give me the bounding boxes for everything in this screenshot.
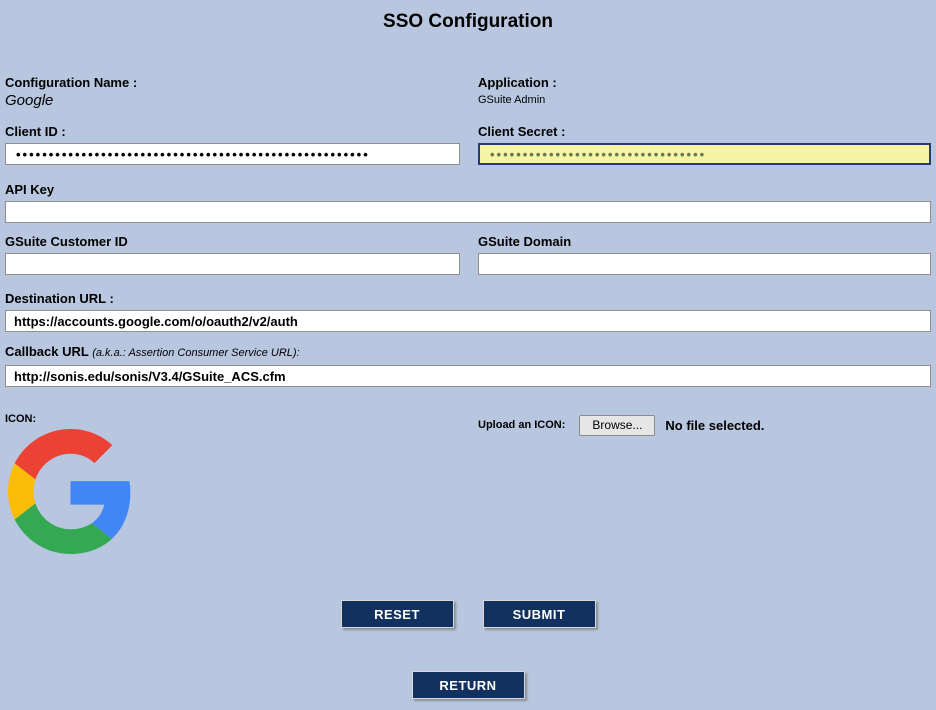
file-status-text: No file selected.	[665, 418, 765, 433]
action-buttons-row: RESET SUBMIT	[0, 600, 936, 628]
callback-url-input[interactable]	[5, 365, 931, 387]
icon-row: ICON: Upload an ICON: Browse... No file …	[5, 413, 931, 554]
gsuite-domain-input[interactable]	[478, 253, 931, 275]
client-id-label: Client ID :	[5, 124, 66, 139]
configuration-name-label: Configuration Name :	[5, 75, 138, 90]
client-credentials-row: Client ID : Client Secret :	[5, 124, 931, 165]
return-button-row: RETURN	[0, 671, 936, 699]
client-secret-group: Client Secret :	[478, 124, 931, 165]
gsuite-customer-id-label: GSuite Customer ID	[5, 234, 128, 249]
upload-line: Upload an ICON: Browse... No file select…	[478, 415, 931, 436]
browse-button[interactable]: Browse...	[579, 415, 656, 436]
application-value: GSuite Admin	[478, 94, 546, 106]
name-application-row: Configuration Name : Google Application …	[5, 75, 931, 110]
application-group: Application : GSuite Admin	[478, 75, 931, 110]
gsuite-domain-group: GSuite Domain	[478, 234, 931, 275]
gsuite-customer-id-group: GSuite Customer ID	[5, 234, 478, 275]
callback-url-row: Callback URL (a.k.a.: Assertion Consumer…	[5, 344, 931, 387]
destination-url-label: Destination URL :	[5, 291, 114, 306]
api-key-input[interactable]	[5, 201, 931, 223]
page-title: SSO Configuration	[383, 11, 553, 32]
client-id-input[interactable]	[5, 143, 460, 165]
destination-url-input[interactable]	[5, 310, 931, 332]
application-label: Application :	[478, 75, 557, 90]
reset-button[interactable]: RESET	[340, 600, 454, 628]
client-secret-input[interactable]	[478, 143, 931, 165]
upload-icon-group: Upload an ICON: Browse... No file select…	[478, 413, 931, 554]
gsuite-customer-id-input[interactable]	[5, 253, 460, 275]
api-key-row: API Key	[5, 182, 931, 223]
client-secret-label: Client Secret :	[478, 124, 566, 139]
callback-url-label-text: Callback URL	[5, 344, 89, 359]
configuration-name-value: Google	[5, 92, 54, 109]
callback-url-group: Callback URL (a.k.a.: Assertion Consumer…	[5, 344, 931, 387]
destination-url-row: Destination URL :	[5, 291, 931, 332]
upload-icon-label: Upload an ICON:	[478, 419, 566, 431]
gsuite-domain-label: GSuite Domain	[478, 234, 572, 249]
callback-url-label: Callback URL (a.k.a.: Assertion Consumer…	[5, 344, 931, 361]
sso-configuration-page: SSO Configuration Configuration Name : G…	[0, 0, 936, 710]
return-button[interactable]: RETURN	[411, 671, 525, 699]
client-id-group: Client ID :	[5, 124, 478, 165]
icon-label: ICON:	[5, 413, 37, 425]
submit-button[interactable]: SUBMIT	[482, 600, 596, 628]
callback-url-label-note: (a.k.a.: Assertion Consumer Service URL)…	[92, 347, 300, 359]
google-logo-icon	[8, 429, 131, 554]
configuration-name-group: Configuration Name : Google	[5, 75, 478, 110]
icon-group: ICON:	[5, 413, 478, 554]
api-key-label: API Key	[5, 182, 55, 197]
api-key-group: API Key	[5, 182, 931, 223]
gsuite-row: GSuite Customer ID GSuite Domain	[5, 234, 931, 275]
destination-url-group: Destination URL :	[5, 291, 931, 332]
